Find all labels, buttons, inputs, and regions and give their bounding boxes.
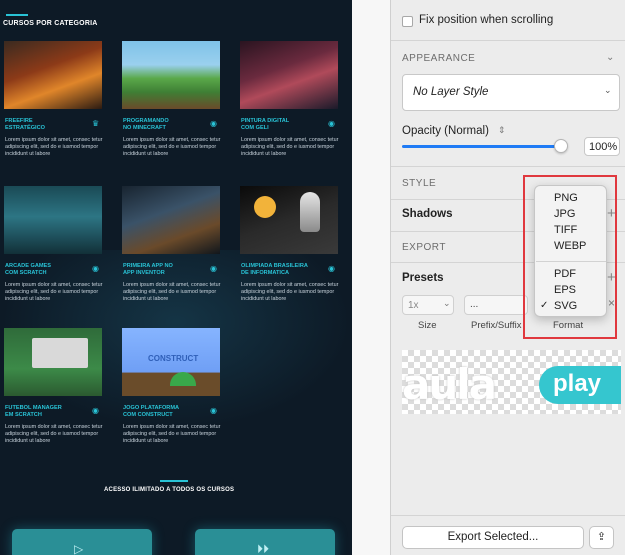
course-description: Lorem ipsum dolor sit amet, consec tetur… (241, 137, 339, 157)
lightbulb-icon (254, 196, 276, 218)
gamepad-icon: ◉ (92, 264, 99, 273)
course-title: PROGRAMANDO NO MINECRAFT (123, 118, 169, 131)
course-card-freefire[interactable]: FREEFIRE ESTRATÉGICO ♛ Lorem ipsum dolor… (4, 41, 104, 157)
stepper-icon[interactable]: ⇕ (498, 125, 506, 136)
course-title: ARCADE GAMES COM SCRATCH (5, 263, 51, 276)
opacity-slider-track[interactable] (402, 145, 562, 148)
course-description: Lorem ipsum dolor sit amet, consec tetur… (123, 282, 221, 302)
course-thumbnail (122, 186, 220, 254)
category-title: CURSOS POR CATEGORIA (3, 20, 98, 27)
layer-style-value: No Layer Style (413, 86, 489, 98)
course-card-futebol[interactable]: FUTEBOL MANAGER EM SCRATCH ◉ Lorem ipsum… (4, 328, 104, 444)
design-canvas[interactable]: CURSOS POR CATEGORIA FREEFIRE ESTRATÉGIC… (0, 0, 352, 555)
gamepad-icon: ◉ (328, 264, 335, 273)
course-description: Lorem ipsum dolor sit amet, consec tetur… (5, 424, 103, 444)
spreadsheet-graphic (32, 338, 88, 368)
appearance-section-title: APPEARANCE (402, 53, 476, 64)
course-title: JOGO PLATAFORMA COM CONSTRUCT (123, 405, 180, 418)
prefix-suffix-label: Prefix/Suffix (471, 320, 522, 331)
fast-forward-icon: ⏵⏵ (257, 542, 270, 555)
course-description: Lorem ipsum dolor sit amet, consec tetur… (5, 137, 103, 157)
opacity-value-field[interactable]: 100% (584, 137, 620, 156)
chevron-down-icon: ⌄ (604, 85, 612, 95)
play-button[interactable]: ▷ (12, 529, 152, 555)
logo-aula-text: aula (402, 360, 497, 409)
fix-position-checkbox[interactable] (402, 16, 413, 27)
course-title: PRIMEIRA APP NO APP INVENTOR (123, 263, 173, 276)
course-card-olimpiada[interactable]: OLIMPIADA BRASILEIRA DE INFORMATICA ◉ Lo… (240, 186, 340, 302)
cta-accent-line (160, 480, 188, 482)
opacity-slider-knob[interactable] (554, 139, 568, 153)
opacity-value: 100% (589, 141, 618, 153)
export-section-title: EXPORT (402, 242, 446, 253)
chevron-down-icon[interactable]: ⌄ (606, 52, 614, 63)
course-title: PINTURA DIGITAL COM GELI (241, 118, 290, 131)
share-icon[interactable]: ⇪ (589, 526, 614, 549)
highlight-annotation (523, 175, 617, 339)
gamepad-icon: ◉ (210, 406, 217, 415)
course-description: Lorem ipsum dolor sit amet, consec tetur… (123, 137, 221, 157)
trophy-icon: ♛ (92, 119, 100, 128)
course-thumbnail (4, 186, 102, 254)
course-card-pintura[interactable]: PINTURA DIGITAL COM GELI ◉ Lorem ipsum d… (240, 41, 340, 157)
course-description: Lorem ipsum dolor sit amet, consec tetur… (241, 282, 339, 302)
export-preview: aula play (402, 350, 621, 414)
shadows-label: Shadows (402, 208, 453, 220)
hill-graphic (170, 372, 196, 386)
logo-play-badge: play (539, 366, 621, 404)
course-card-minecraft[interactable]: PROGRAMANDO NO MINECRAFT ◉ Lorem ipsum d… (122, 41, 222, 157)
export-selected-button[interactable]: Export Selected... (402, 526, 584, 549)
course-title: OLIMPIADA BRASILEIRA DE INFORMATICA (241, 263, 308, 276)
opacity-label: Opacity (Normal) (402, 125, 489, 137)
course-title: FUTEBOL MANAGER EM SCRATCH (5, 405, 62, 418)
course-thumbnail (122, 41, 220, 109)
trophy-icon (300, 192, 320, 232)
style-section-title: STYLE (402, 178, 437, 189)
play-icon: ▷ (74, 542, 84, 555)
unlimited-access-heading: ACESSO ILIMITADO A TODOS OS CURSOS (104, 487, 235, 493)
size-label: Size (418, 320, 437, 331)
gamepad-icon: ◉ (210, 119, 217, 128)
course-thumbnail (4, 41, 102, 109)
course-thumbnail (4, 328, 102, 396)
size-value: 1x (408, 300, 419, 311)
canvas-gutter (352, 0, 390, 555)
course-card-app-inventor[interactable]: PRIMEIRA APP NO APP INVENTOR ◉ Lorem ips… (122, 186, 222, 302)
course-thumbnail: CONSTRUCT (122, 328, 220, 396)
chevron-down-icon: ⌄ (443, 298, 451, 308)
title-accent-line (6, 14, 28, 16)
course-card-arcade[interactable]: ARCADE GAMES COM SCRATCH ◉ Lorem ipsum d… (4, 186, 104, 302)
course-description: Lorem ipsum dolor sit amet, consec tetur… (5, 282, 103, 302)
fix-position-label: Fix position when scrolling (419, 14, 554, 26)
gamepad-icon: ◉ (210, 264, 217, 273)
course-card-construct[interactable]: CONSTRUCT JOGO PLATAFORMA COM CONSTRUCT … (122, 328, 222, 444)
inspector-panel: Fix position when scrolling APPEARANCE ⌄… (390, 0, 625, 555)
size-select[interactable]: 1x ⌄ (402, 295, 454, 315)
course-thumbnail (240, 41, 338, 109)
layer-style-select[interactable]: No Layer Style ⌄ (402, 74, 620, 111)
gamepad-icon: ◉ (92, 406, 99, 415)
prefix-suffix-field[interactable]: ... (464, 295, 528, 315)
logo-play-text: play (553, 370, 602, 397)
course-thumbnail (240, 186, 338, 254)
construct-logo-text: CONSTRUCT (148, 354, 199, 363)
course-description: Lorem ipsum dolor sit amet, consec tetur… (123, 424, 221, 444)
gamepad-icon: ◉ (328, 119, 335, 128)
fast-forward-button[interactable]: ⏵⏵ (195, 529, 335, 555)
prefix-value: ... (470, 299, 479, 310)
presets-label: Presets (402, 272, 444, 284)
course-title: FREEFIRE ESTRATÉGICO (5, 118, 45, 131)
